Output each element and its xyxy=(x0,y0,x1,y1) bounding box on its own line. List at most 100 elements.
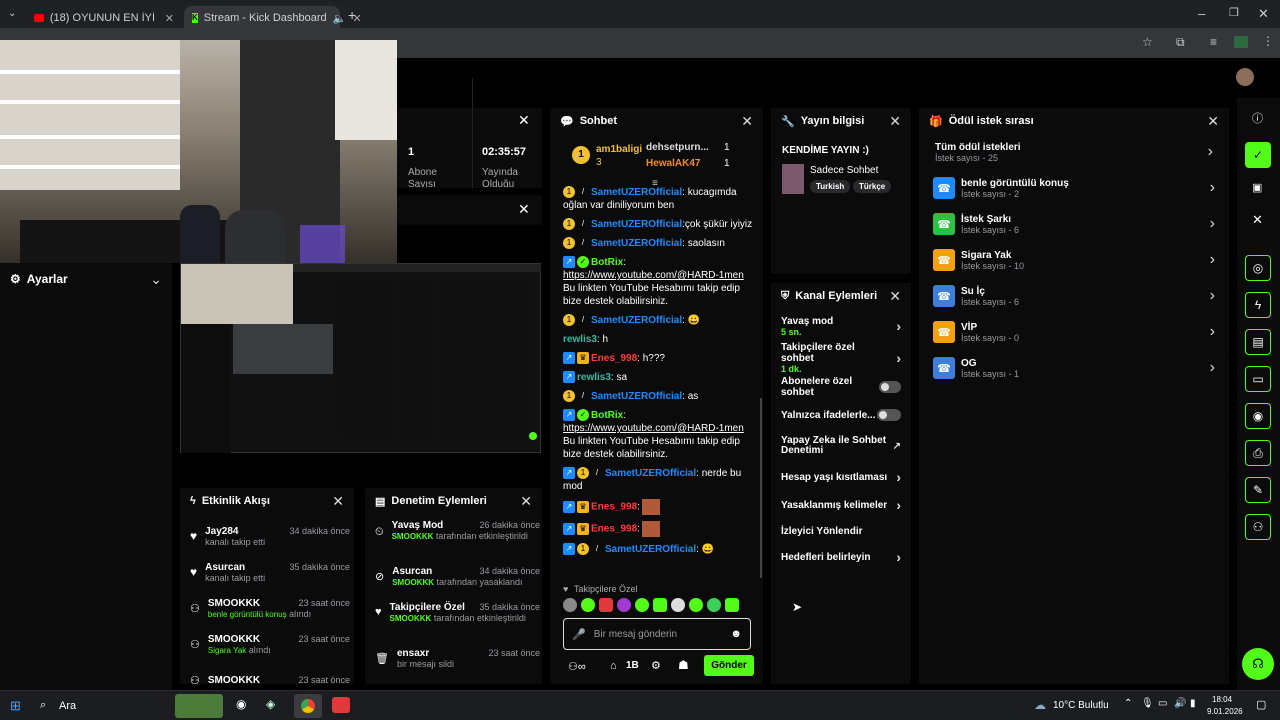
emote-icon[interactable] xyxy=(635,598,649,612)
tray-chevron-icon[interactable]: ⌃ xyxy=(1124,698,1132,709)
wrench-icon[interactable]: ✎ xyxy=(1245,477,1271,503)
minimize-icon[interactable]: – xyxy=(1198,6,1205,21)
wrench-icon: 🔧 xyxy=(781,115,795,128)
search-icon[interactable]: ⌕ xyxy=(40,699,46,712)
taskbar-search[interactable]: Ara xyxy=(59,700,76,712)
network-icon[interactable]: ▭ xyxy=(1158,698,1167,709)
emote-icon[interactable] xyxy=(725,598,739,612)
profile-icon[interactable] xyxy=(1234,36,1248,48)
emoji-icon[interactable]: ☻ xyxy=(730,628,742,640)
people-infinity-icon[interactable]: ⚇∞ xyxy=(568,660,586,673)
new-tab-button[interactable]: + xyxy=(348,7,356,23)
emote-icon[interactable] xyxy=(707,598,721,612)
app-icon[interactable]: ◉ xyxy=(236,697,246,711)
close-icon[interactable]: ✕ xyxy=(332,493,344,510)
weather-text[interactable]: 10°C Bulutlu xyxy=(1053,700,1109,711)
notification-icon[interactable]: ▢ xyxy=(1256,698,1266,711)
emote-icon[interactable] xyxy=(653,598,667,612)
close-icon[interactable]: ✕ xyxy=(889,288,901,305)
supporter-name[interactable]: HewalAK47 xyxy=(646,158,700,169)
reward-item[interactable]: ☎ İstek Şarkı İstek sayısı - 6 › xyxy=(919,206,1229,242)
microphone-icon[interactable]: 🎤 xyxy=(572,628,586,641)
tab-youtube[interactable]: (18) OYUNUN EN İYİ ROLÜ!! BO ✕ xyxy=(26,6,182,30)
recorder-icon[interactable] xyxy=(332,697,350,713)
info-icon[interactable]: ⓘ xyxy=(1252,110,1263,126)
chat-scrollbar[interactable] xyxy=(760,398,762,578)
action-followers-only[interactable]: Takipçilere özel sohbet 1 dk. › xyxy=(771,342,911,374)
close-icon[interactable]: ✕ xyxy=(518,112,530,129)
action-subscribers-only[interactable]: Abonelere özel sohbet xyxy=(771,373,911,401)
mute-icon[interactable]: 🔈 xyxy=(333,12,347,25)
checkmark-icon[interactable]: ✓ xyxy=(1245,142,1271,168)
action-banned-words[interactable]: Yasaklanmış kelimeler › xyxy=(771,491,911,519)
action-slow-mode[interactable]: Yavaş mod 5 sn. › xyxy=(771,309,911,343)
close-icon[interactable]: ✕ xyxy=(1207,113,1219,130)
action-ai-moderation[interactable]: Yapay Zeka ile Sohbet Denetimi ↗ xyxy=(771,429,911,463)
close-window-icon[interactable]: ✕ xyxy=(1258,6,1269,22)
tab-kick-dashboard[interactable]: K Stream - Kick Dashboard 🔈 ✕ xyxy=(184,6,362,30)
top-supporter-name[interactable]: am1baligi xyxy=(596,144,642,155)
emote-icon[interactable] xyxy=(563,598,577,612)
emote-icon[interactable] xyxy=(671,598,685,612)
bolt-icon[interactable]: ϟ xyxy=(1245,292,1271,318)
menu-dots-icon[interactable]: ⋮ xyxy=(1262,34,1274,48)
chevron-right-icon: › xyxy=(896,497,901,513)
emote-icon[interactable] xyxy=(581,598,595,612)
close-dock-icon[interactable]: ✕ xyxy=(1252,212,1263,228)
extensions-icon[interactable]: ⧉ xyxy=(1176,35,1185,50)
close-icon[interactable]: ✕ xyxy=(518,201,530,218)
action-host[interactable]: İzleyici Yönlendir xyxy=(771,519,911,543)
emote-image xyxy=(641,521,660,537)
reward-item[interactable]: ☎ OG İstek sayısı - 1 › xyxy=(919,350,1229,386)
send-button[interactable]: Gönder xyxy=(704,655,754,676)
avatar[interactable] xyxy=(1236,68,1254,86)
supporter-name[interactable]: dehsetpurn... xyxy=(646,142,709,153)
action-goals[interactable]: Hedefleri belirleyin › xyxy=(771,543,911,571)
tab-list-icon[interactable]: ⌄ xyxy=(8,8,16,19)
bookmark-star-icon[interactable]: ☆ xyxy=(1142,35,1153,49)
close-tab-icon[interactable]: ✕ xyxy=(165,12,174,25)
support-headset-icon[interactable]: ☊ xyxy=(1242,648,1274,680)
restore-icon[interactable]: ❐ xyxy=(1229,6,1239,19)
layout-icon[interactable]: ▣ xyxy=(1252,181,1262,194)
camera-icon[interactable]: ◎ xyxy=(1245,255,1271,281)
microphone-icon[interactable]: 🎙 xyxy=(1141,698,1154,709)
reward-item[interactable]: ☎ VİP İstek sayısı - 0 › xyxy=(919,314,1229,350)
reading-list-icon[interactable]: ≡ xyxy=(1210,35,1217,49)
close-icon[interactable]: ✕ xyxy=(520,493,532,510)
widget-image[interactable] xyxy=(175,694,223,718)
close-icon[interactable]: ✕ xyxy=(741,113,753,130)
reward-item[interactable]: ☎ Su İç İstek sayısı - 6 › xyxy=(919,278,1229,314)
chat-link[interactable]: https://www.youtube.com/@HARD-1men xyxy=(563,423,744,434)
toggle-switch[interactable] xyxy=(878,381,901,393)
robot-icon[interactable]: ☗ xyxy=(678,658,689,672)
chat-icon[interactable]: ▭ xyxy=(1245,366,1271,392)
broadcast-icon[interactable]: ◉ xyxy=(1245,403,1271,429)
settings-icon[interactable]: ⚙ xyxy=(651,659,661,672)
printer-icon[interactable]: ⎙ xyxy=(1245,440,1271,466)
action-emotes-only[interactable]: Yalnızca ifadelerle... xyxy=(771,401,911,429)
steam-icon[interactable]: ◈ xyxy=(266,697,275,711)
reward-all[interactable]: Tüm ödül istekleri İstek sayısı - 25 › xyxy=(919,134,1229,170)
chat-input-box[interactable]: 🎤 Bir mesaj gönderin ☻ xyxy=(563,618,751,650)
clock-date[interactable]: 9.01.2026 xyxy=(1207,707,1243,716)
clock-time[interactable]: 18:04 xyxy=(1212,695,1232,704)
reward-item[interactable]: ☎ benle görüntülü konuş İstek sayısı - 2 … xyxy=(919,170,1229,206)
emote-icon[interactable] xyxy=(599,598,613,612)
battery-icon[interactable]: ▮ xyxy=(1190,698,1196,709)
document-icon[interactable]: ▤ xyxy=(1245,329,1271,355)
toggle-switch[interactable] xyxy=(877,409,901,421)
reward-item[interactable]: ☎ Sigara Yak İstek sayısı - 10 › xyxy=(919,242,1229,278)
emote-icon[interactable] xyxy=(617,598,631,612)
close-icon[interactable]: ✕ xyxy=(889,113,901,130)
chat-input-placeholder[interactable]: Bir mesaj gönderin xyxy=(594,629,677,640)
gift-icon[interactable]: ⚇ xyxy=(1245,514,1271,540)
volume-icon[interactable]: 🔊 xyxy=(1174,698,1186,709)
chevron-down-icon[interactable]: ⌄ xyxy=(150,271,162,288)
windows-start-icon[interactable]: ⊞ xyxy=(10,698,21,714)
emote-icon[interactable] xyxy=(689,598,703,612)
chevron-right-icon: › xyxy=(1209,323,1215,340)
chat-link[interactable]: https://www.youtube.com/@HARD-1men xyxy=(563,270,744,281)
chrome-icon[interactable] xyxy=(294,694,322,718)
action-account-age[interactable]: Hesap yaşı kısıtlaması › xyxy=(771,463,911,491)
